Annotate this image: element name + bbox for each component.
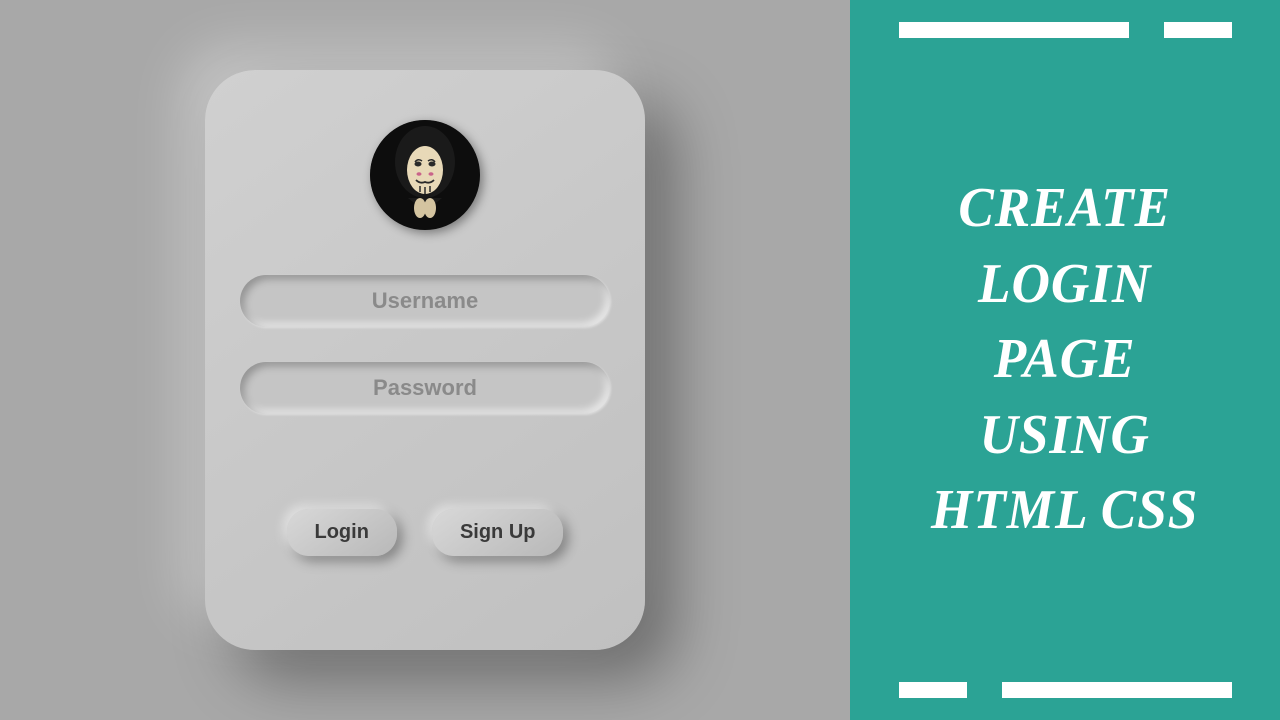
dash-icon	[899, 22, 1129, 38]
button-row: Login Sign Up	[287, 509, 564, 556]
login-button[interactable]: Login	[287, 509, 397, 556]
preview-panel: Login Sign Up	[0, 0, 850, 720]
login-card: Login Sign Up	[205, 70, 645, 650]
dash-icon	[1002, 682, 1232, 698]
username-input[interactable]	[240, 275, 610, 327]
password-input[interactable]	[240, 362, 610, 414]
title-panel: CREATE LOGIN PAGE USING HTML CSS	[850, 0, 1280, 720]
decorative-dash-bottom	[850, 682, 1280, 698]
headline-line: LOGIN	[931, 247, 1198, 323]
dash-icon	[899, 682, 967, 698]
signup-button[interactable]: Sign Up	[432, 509, 564, 556]
dash-icon	[1164, 22, 1232, 38]
avatar-mask-icon	[370, 120, 480, 230]
headline-line: USING	[931, 398, 1198, 474]
decorative-dash-top	[850, 22, 1280, 38]
avatar	[370, 120, 480, 230]
headline: CREATE LOGIN PAGE USING HTML CSS	[931, 171, 1198, 549]
headline-line: PAGE	[931, 322, 1198, 398]
headline-line: HTML CSS	[931, 473, 1198, 549]
headline-line: CREATE	[931, 171, 1198, 247]
